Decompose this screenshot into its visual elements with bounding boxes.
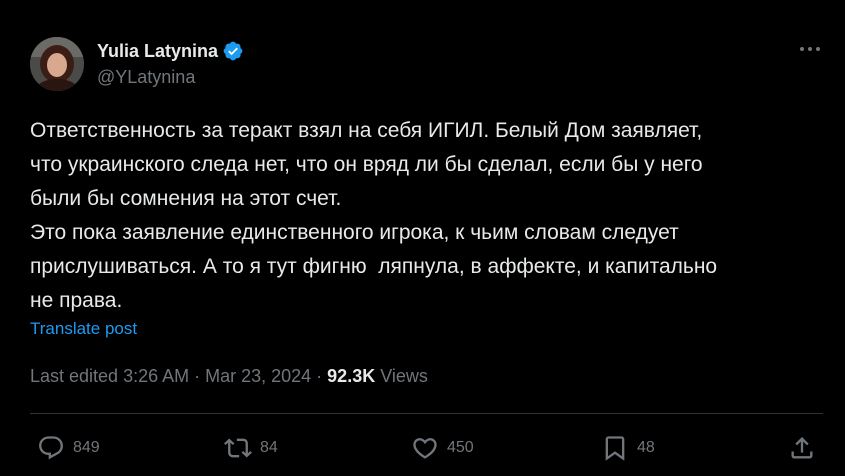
author-block: Yulia Latynina @YLatynina — [97, 39, 244, 88]
share-button[interactable] — [788, 434, 816, 462]
post-text-line: не права. — [30, 289, 123, 312]
reply-button[interactable]: 849 — [37, 434, 100, 462]
post-metadata: Last edited 3:26 AM · Mar 23, 2024 · 92.… — [30, 366, 428, 387]
post-text: Ответственность за теракт взял на себя И… — [30, 114, 820, 318]
repost-count: 84 — [260, 439, 278, 456]
post-text-line: Ответственность за теракт взял на себя И… — [30, 119, 703, 142]
like-count: 450 — [447, 439, 474, 456]
divider — [30, 413, 823, 414]
repost-button[interactable]: 84 — [224, 434, 278, 462]
post-text-line: Это пока заявление единственного игрока,… — [30, 221, 679, 244]
bookmark-icon — [605, 436, 625, 461]
post-text-line: прислушиваться. А то я тут фигню ляпнула… — [30, 255, 718, 278]
views-count: 92.3K — [327, 366, 376, 386]
more-dots-icon — [800, 47, 820, 51]
avatar[interactable] — [30, 37, 84, 91]
author-handle[interactable]: @YLatynina — [97, 67, 244, 88]
author-display-name[interactable]: Yulia Latynina — [97, 41, 218, 62]
views-label: Views — [375, 366, 428, 386]
reply-icon — [39, 436, 63, 460]
edited-timestamp[interactable]: Last edited 3:26 AM · Mar 23, 2024 · — [30, 366, 327, 386]
repost-icon — [224, 438, 252, 458]
post-text-line: были бы сомнения на этот счет. — [30, 187, 342, 210]
more-options-button[interactable] — [799, 38, 821, 60]
avatar-image — [30, 37, 84, 91]
reply-count: 849 — [73, 439, 100, 456]
like-button[interactable]: 450 — [411, 434, 474, 462]
share-icon — [791, 437, 813, 459]
bookmark-count: 48 — [637, 439, 655, 456]
translate-post-link[interactable]: Translate post — [30, 319, 137, 339]
post-text-line: что украинского следа нет, что он вряд л… — [30, 153, 703, 176]
heart-icon — [413, 438, 437, 459]
verified-badge-icon[interactable] — [222, 40, 244, 62]
bookmark-button[interactable]: 48 — [601, 434, 655, 462]
